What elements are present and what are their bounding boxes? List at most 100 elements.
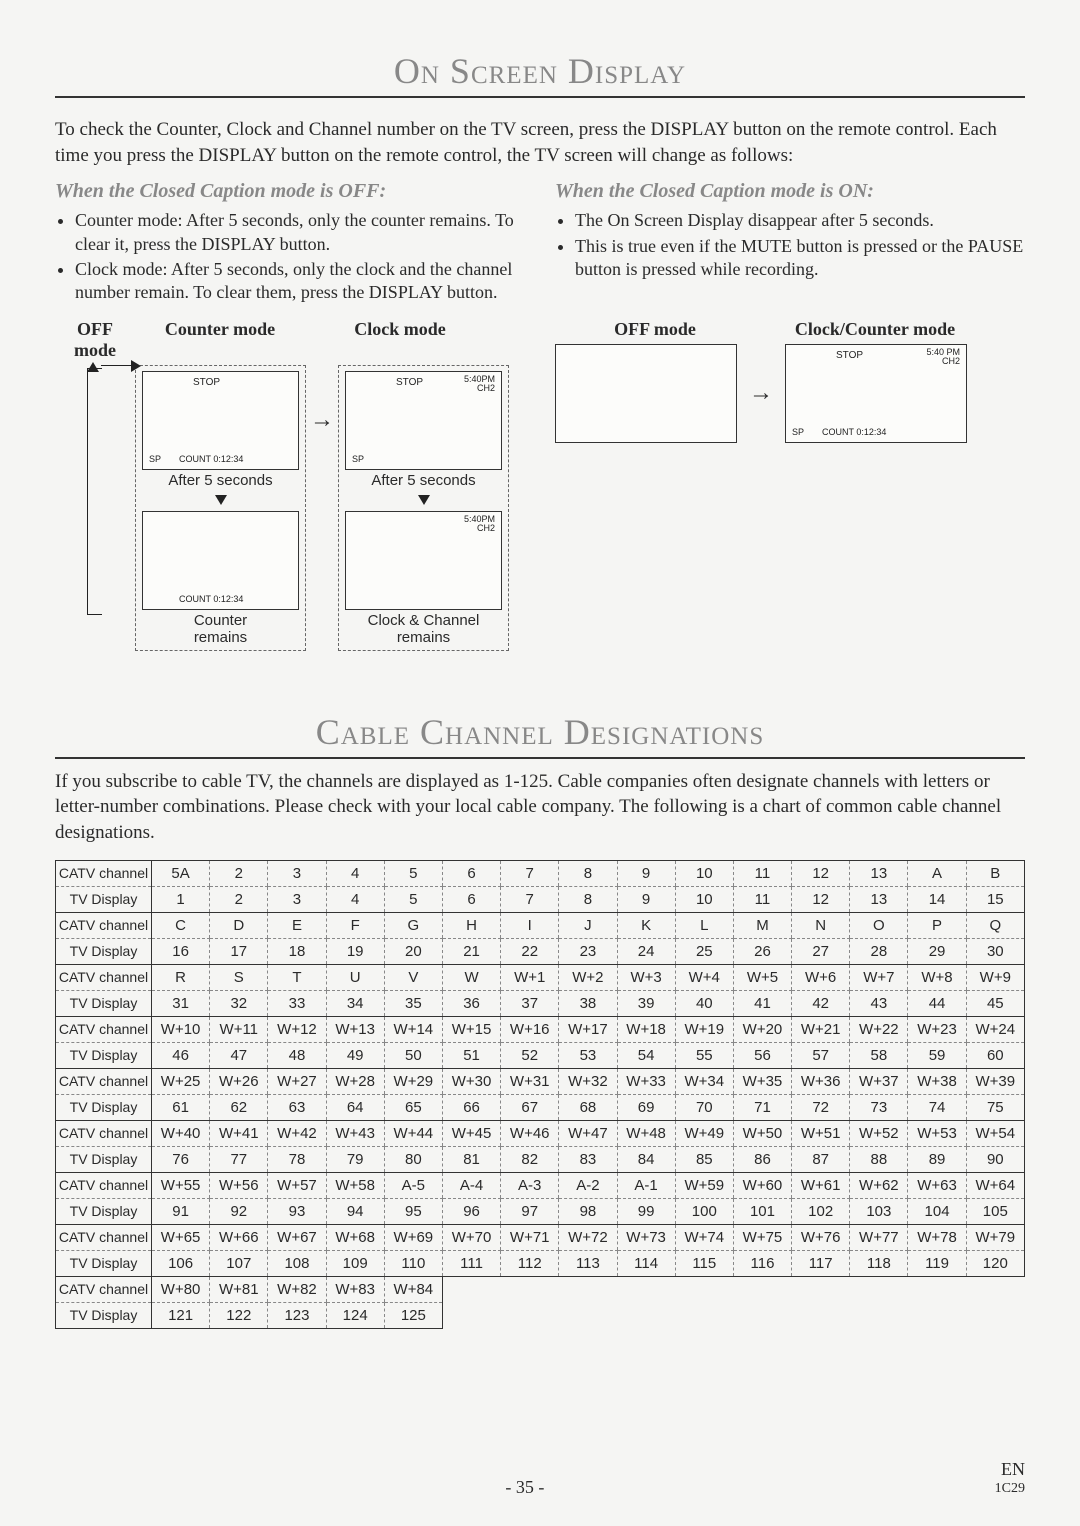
- catv-cell: W+2: [559, 964, 617, 990]
- caption-counter-remains: Counterremains: [142, 612, 299, 646]
- tv-cell: 59: [908, 1042, 966, 1068]
- tv-cell: 38: [559, 990, 617, 1016]
- tv-cell: 66: [442, 1094, 500, 1120]
- heading-cable: Cable Channel Designations: [55, 711, 1025, 753]
- tv-cell: 4: [326, 886, 384, 912]
- tv-cell: 64: [326, 1094, 384, 1120]
- catv-cell: W+55: [152, 1172, 210, 1198]
- catv-cell: W+77: [850, 1224, 908, 1250]
- catv-cell: W+26: [210, 1068, 268, 1094]
- catv-cell: A: [908, 860, 966, 886]
- catv-cell: W+73: [617, 1224, 675, 1250]
- catv-cell: O: [850, 912, 908, 938]
- catv-cell: A-2: [559, 1172, 617, 1198]
- catv-cell: W+52: [850, 1120, 908, 1146]
- tv-cell: 82: [501, 1146, 559, 1172]
- catv-cell: W+67: [268, 1224, 326, 1250]
- catv-cell: W+29: [384, 1068, 442, 1094]
- catv-cell: W+63: [908, 1172, 966, 1198]
- tv-cell: 12: [792, 886, 850, 912]
- tv-cell: 103: [850, 1198, 908, 1224]
- row-header-catv: CATV channel: [56, 1224, 152, 1250]
- tv-cell: 105: [966, 1198, 1024, 1224]
- osd-count: COUNT 0:12:34: [179, 454, 243, 464]
- tv-cell: 61: [152, 1094, 210, 1120]
- catv-cell: C: [152, 912, 210, 938]
- catv-cell: 10: [675, 860, 733, 886]
- catv-cell: W+6: [792, 964, 850, 990]
- catv-cell: W+9: [966, 964, 1024, 990]
- tv-cell: 121: [152, 1302, 210, 1328]
- cable-chart: CATV channel5A2345678910111213ABTV Displ…: [55, 860, 1025, 1329]
- tv-cell: 109: [326, 1250, 384, 1276]
- tv-cell: 101: [733, 1198, 791, 1224]
- subhead-cc-off: When the Closed Caption mode is OFF:: [55, 180, 525, 203]
- screen-clock-top: STOP 5:40PMCH2 SP: [345, 371, 502, 470]
- catv-cell: W+61: [792, 1172, 850, 1198]
- tv-cell: 51: [442, 1042, 500, 1068]
- catv-cell: W+44: [384, 1120, 442, 1146]
- tv-cell: 83: [559, 1146, 617, 1172]
- row-header-catv: CATV channel: [56, 860, 152, 886]
- tv-cell: 45: [966, 990, 1024, 1016]
- catv-cell: W+75: [733, 1224, 791, 1250]
- tv-cell: 18: [268, 938, 326, 964]
- caption-clock-remains: Clock & Channelremains: [345, 612, 502, 646]
- tv-cell: 21: [442, 938, 500, 964]
- catv-cell: V: [384, 964, 442, 990]
- tv-cell: 36: [442, 990, 500, 1016]
- catv-cell: W+40: [152, 1120, 210, 1146]
- tv-cell: 69: [617, 1094, 675, 1120]
- catv-cell: W+33: [617, 1068, 675, 1094]
- osd-time: 5:40 PMCH2: [926, 348, 960, 367]
- tv-cell: 28: [850, 938, 908, 964]
- row-header-tv: TV Display: [56, 990, 152, 1016]
- tv-cell: 107: [210, 1250, 268, 1276]
- catv-cell: W+74: [675, 1224, 733, 1250]
- tv-cell: 93: [268, 1198, 326, 1224]
- catv-cell: W+7: [850, 964, 908, 990]
- tv-cell: 11: [733, 886, 791, 912]
- catv-cell: 7: [501, 860, 559, 886]
- label-clock-mode: Clock mode: [305, 319, 495, 361]
- catv-cell: I: [501, 912, 559, 938]
- catv-cell: 3: [268, 860, 326, 886]
- arrow-right-icon: →: [306, 365, 338, 434]
- tv-cell: 86: [733, 1146, 791, 1172]
- caption-after5: After 5 seconds: [142, 472, 299, 489]
- tv-cell: 120: [966, 1250, 1024, 1276]
- osd-sp: SP: [352, 454, 364, 464]
- catv-cell: 5: [384, 860, 442, 886]
- tv-cell: 55: [675, 1042, 733, 1068]
- tv-cell: 70: [675, 1094, 733, 1120]
- arrow-down-icon: [418, 495, 430, 505]
- catv-cell: W+60: [733, 1172, 791, 1198]
- catv-cell: U: [326, 964, 384, 990]
- tv-cell: 77: [210, 1146, 268, 1172]
- rule: [55, 757, 1025, 759]
- tv-cell: 33: [268, 990, 326, 1016]
- catv-cell: W+11: [210, 1016, 268, 1042]
- tv-cell: 5: [384, 886, 442, 912]
- catv-cell: W+62: [850, 1172, 908, 1198]
- row-header-tv: TV Display: [56, 1250, 152, 1276]
- catv-cell: W+5: [733, 964, 791, 990]
- catv-cell: W+12: [268, 1016, 326, 1042]
- tv-cell: 34: [326, 990, 384, 1016]
- tv-cell: 16: [152, 938, 210, 964]
- tv-cell: 84: [617, 1146, 675, 1172]
- tv-cell: 119: [908, 1250, 966, 1276]
- catv-cell: 2: [210, 860, 268, 886]
- catv-cell: W+23: [908, 1016, 966, 1042]
- catv-cell: W+17: [559, 1016, 617, 1042]
- tv-cell: 92: [210, 1198, 268, 1224]
- tv-cell: 98: [559, 1198, 617, 1224]
- tv-cell: 30: [966, 938, 1024, 964]
- osd-sp: SP: [792, 427, 804, 437]
- catv-cell: W+80: [152, 1276, 210, 1302]
- catv-cell: W+1: [501, 964, 559, 990]
- catv-cell: W+58: [326, 1172, 384, 1198]
- tv-cell: 50: [384, 1042, 442, 1068]
- tv-cell: 85: [675, 1146, 733, 1172]
- tv-cell: 37: [501, 990, 559, 1016]
